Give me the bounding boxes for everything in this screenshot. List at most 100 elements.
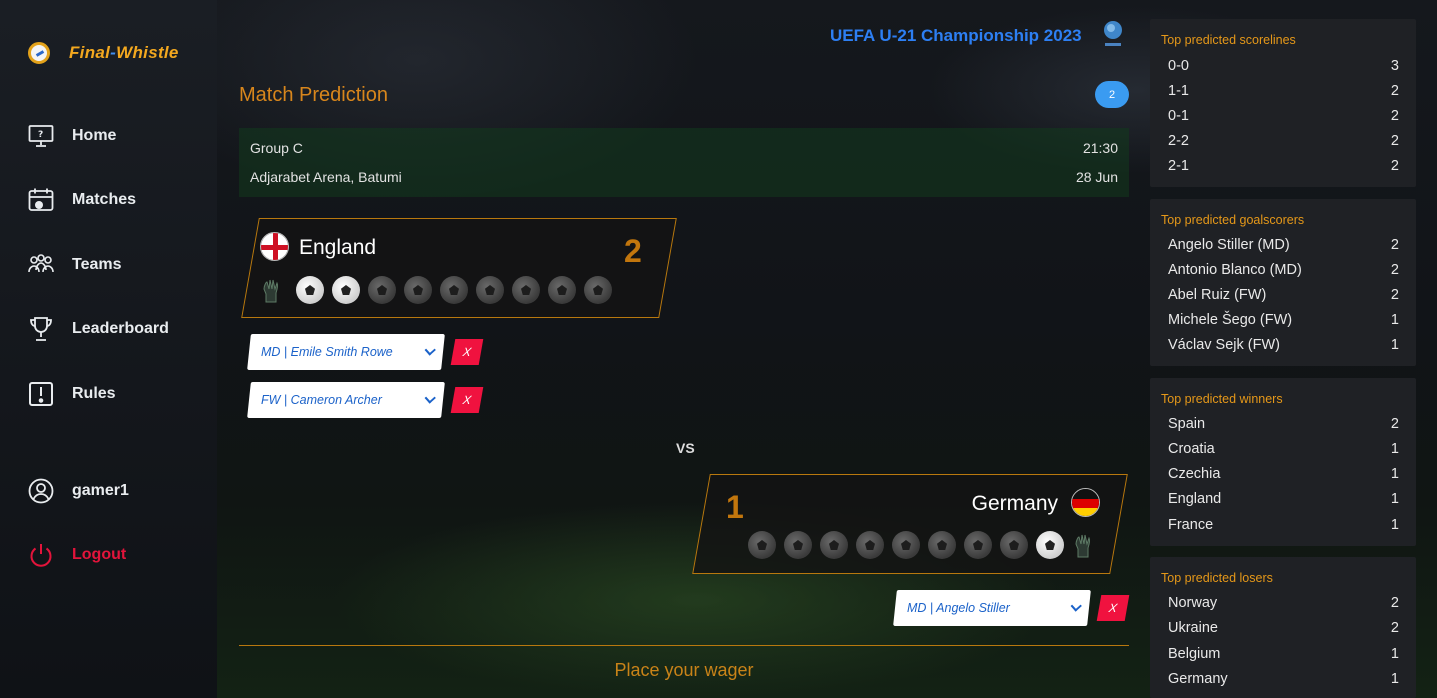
nav-leaderboard[interactable]: Leaderboard	[28, 316, 169, 342]
nav-leaderboard-label: Leaderboard	[72, 320, 169, 337]
goal-ball-icon[interactable]	[332, 276, 360, 304]
list-item: Belgium 1	[1168, 646, 1399, 662]
list-item: Michele Šego (FW) 1	[1168, 312, 1399, 328]
nav-logout-label: Logout	[72, 546, 127, 563]
list-item: England 1	[1168, 491, 1399, 507]
list-item: 1-1 2	[1168, 83, 1399, 99]
remove-scorer-button[interactable]: X	[1096, 595, 1130, 621]
goal-ball-icon[interactable]	[1000, 531, 1028, 559]
away-scorer-row: MD | Angelo Stiller X	[893, 590, 1130, 626]
home-scorer-row: MD | Emile Smith Rowe X	[247, 334, 484, 370]
goal-ball-icon[interactable]	[296, 276, 324, 304]
whistle-ball-icon	[28, 42, 50, 64]
away-goal-selector	[748, 531, 1100, 559]
scorer-select[interactable]: MD | Angelo Stiller	[893, 590, 1091, 626]
list-item: Václav Sejk (FW) 1	[1168, 337, 1399, 353]
app-logo[interactable]: Final-Whistle	[28, 42, 179, 64]
vs-label: VS	[676, 440, 695, 456]
remove-scorer-button[interactable]: X	[450, 339, 484, 365]
goalkeeper-glove-icon[interactable]	[260, 276, 288, 304]
goal-ball-icon[interactable]	[512, 276, 540, 304]
goal-ball-icon[interactable]	[784, 531, 812, 559]
sidebar: Final-Whistle ? Home Matches Teams Leade…	[0, 0, 217, 698]
match-time: 21:30	[1082, 140, 1118, 156]
list-item: Abel Ruiz (FW) 2	[1168, 287, 1399, 303]
list-item: France 1	[1168, 517, 1399, 533]
england-flag-icon	[260, 232, 289, 261]
calendar-icon	[28, 187, 54, 213]
home-goal-selector	[260, 276, 612, 304]
list-item: 2-2 2	[1168, 133, 1399, 149]
goal-ball-icon[interactable]	[548, 276, 576, 304]
prediction-count-badge: 2	[1095, 81, 1129, 108]
nav-home[interactable]: ? Home	[28, 123, 116, 149]
nav-rules[interactable]: Rules	[28, 381, 116, 407]
exclamation-icon	[28, 381, 54, 407]
card-title: Top predicted scorelines	[1161, 33, 1296, 47]
goal-ball-icon[interactable]	[584, 276, 612, 304]
list-item: 2-1 2	[1168, 158, 1399, 174]
match-group: Group C	[250, 140, 303, 156]
top-losers-card: Top predicted losers Norway 2 Ukraine 2 Be…	[1150, 557, 1416, 698]
away-team-score: 1	[726, 489, 744, 525]
home-team-score: 2	[624, 233, 642, 269]
username-label: gamer1	[72, 482, 129, 499]
goalkeeper-glove-icon[interactable]	[1072, 531, 1100, 559]
match-venue: Adjarabet Arena, Batumi	[250, 169, 402, 185]
goal-ball-icon[interactable]	[820, 531, 848, 559]
app-name: Final-Whistle	[69, 43, 179, 62]
list-item: 0-0 3	[1168, 58, 1399, 74]
list-item: Ukraine 2	[1168, 620, 1399, 636]
section-title: Match Prediction	[239, 84, 388, 106]
nav-teams[interactable]: Teams	[28, 252, 122, 278]
scorer-select[interactable]: MD | Emile Smith Rowe	[247, 334, 445, 370]
divider	[239, 645, 1129, 646]
list-item: Germany 1	[1168, 671, 1399, 687]
svg-text:?: ?	[38, 130, 43, 140]
championship-title: UEFA U-21 Championship 2023	[830, 26, 1082, 45]
nav-rules-label: Rules	[72, 385, 116, 402]
home-team-card: England 2	[241, 218, 677, 318]
chevron-down-icon	[1070, 600, 1082, 612]
top-scorelines-card: Top predicted scorelines 0-0 3 1-1 2 0-1 2 …	[1150, 19, 1416, 187]
goal-ball-icon[interactable]	[892, 531, 920, 559]
goal-ball-icon[interactable]	[856, 531, 884, 559]
tournament-logo-icon	[1102, 19, 1124, 49]
list-item: Croatia 1	[1168, 441, 1399, 457]
list-item: 0-1 2	[1168, 108, 1399, 124]
goal-ball-icon[interactable]	[368, 276, 396, 304]
chevron-down-icon	[424, 392, 436, 404]
away-team-card: 1 Germany	[692, 474, 1128, 574]
place-wager-heading: Place your wager	[614, 660, 754, 680]
nav-teams-label: Teams	[72, 256, 122, 273]
nav-user-profile[interactable]: gamer1	[28, 478, 129, 504]
home-monitor-icon: ?	[28, 123, 54, 149]
nav-home-label: Home	[72, 127, 117, 144]
top-winners-card: Top predicted winners Spain 2 Croatia 1 Cz…	[1150, 378, 1416, 546]
list-item: Czechia 1	[1168, 466, 1399, 482]
goal-ball-icon[interactable]	[928, 531, 956, 559]
home-team-name: England	[299, 236, 377, 259]
home-scorer-row: FW | Cameron Archer X	[247, 382, 484, 418]
away-team-name: Germany	[971, 492, 1058, 515]
match-info-panel: Group C 21:30 Adjarabet Arena, Batumi 28…	[239, 128, 1129, 197]
top-goalscorers-card: Top predicted goalscorers Angelo Stiller…	[1150, 199, 1416, 366]
goal-ball-icon[interactable]	[440, 276, 468, 304]
list-item: Spain 2	[1168, 416, 1399, 432]
goal-ball-icon[interactable]	[1036, 531, 1064, 559]
list-item: Angelo Stiller (MD) 2	[1168, 237, 1399, 253]
nav-logout[interactable]: Logout	[28, 542, 126, 568]
nav-matches[interactable]: Matches	[28, 187, 136, 213]
scorer-select[interactable]: FW | Cameron Archer	[247, 382, 445, 418]
team-people-icon	[28, 252, 54, 278]
remove-scorer-button[interactable]: X	[450, 387, 484, 413]
goal-ball-icon[interactable]	[476, 276, 504, 304]
list-item: Antonio Blanco (MD) 2	[1168, 262, 1399, 278]
germany-flag-icon	[1071, 488, 1100, 517]
nav-matches-label: Matches	[72, 191, 137, 208]
goal-ball-icon[interactable]	[404, 276, 432, 304]
power-icon	[28, 542, 54, 568]
goal-ball-icon[interactable]	[964, 531, 992, 559]
goal-ball-icon[interactable]	[748, 531, 776, 559]
card-title: Top predicted goalscorers	[1161, 213, 1305, 227]
